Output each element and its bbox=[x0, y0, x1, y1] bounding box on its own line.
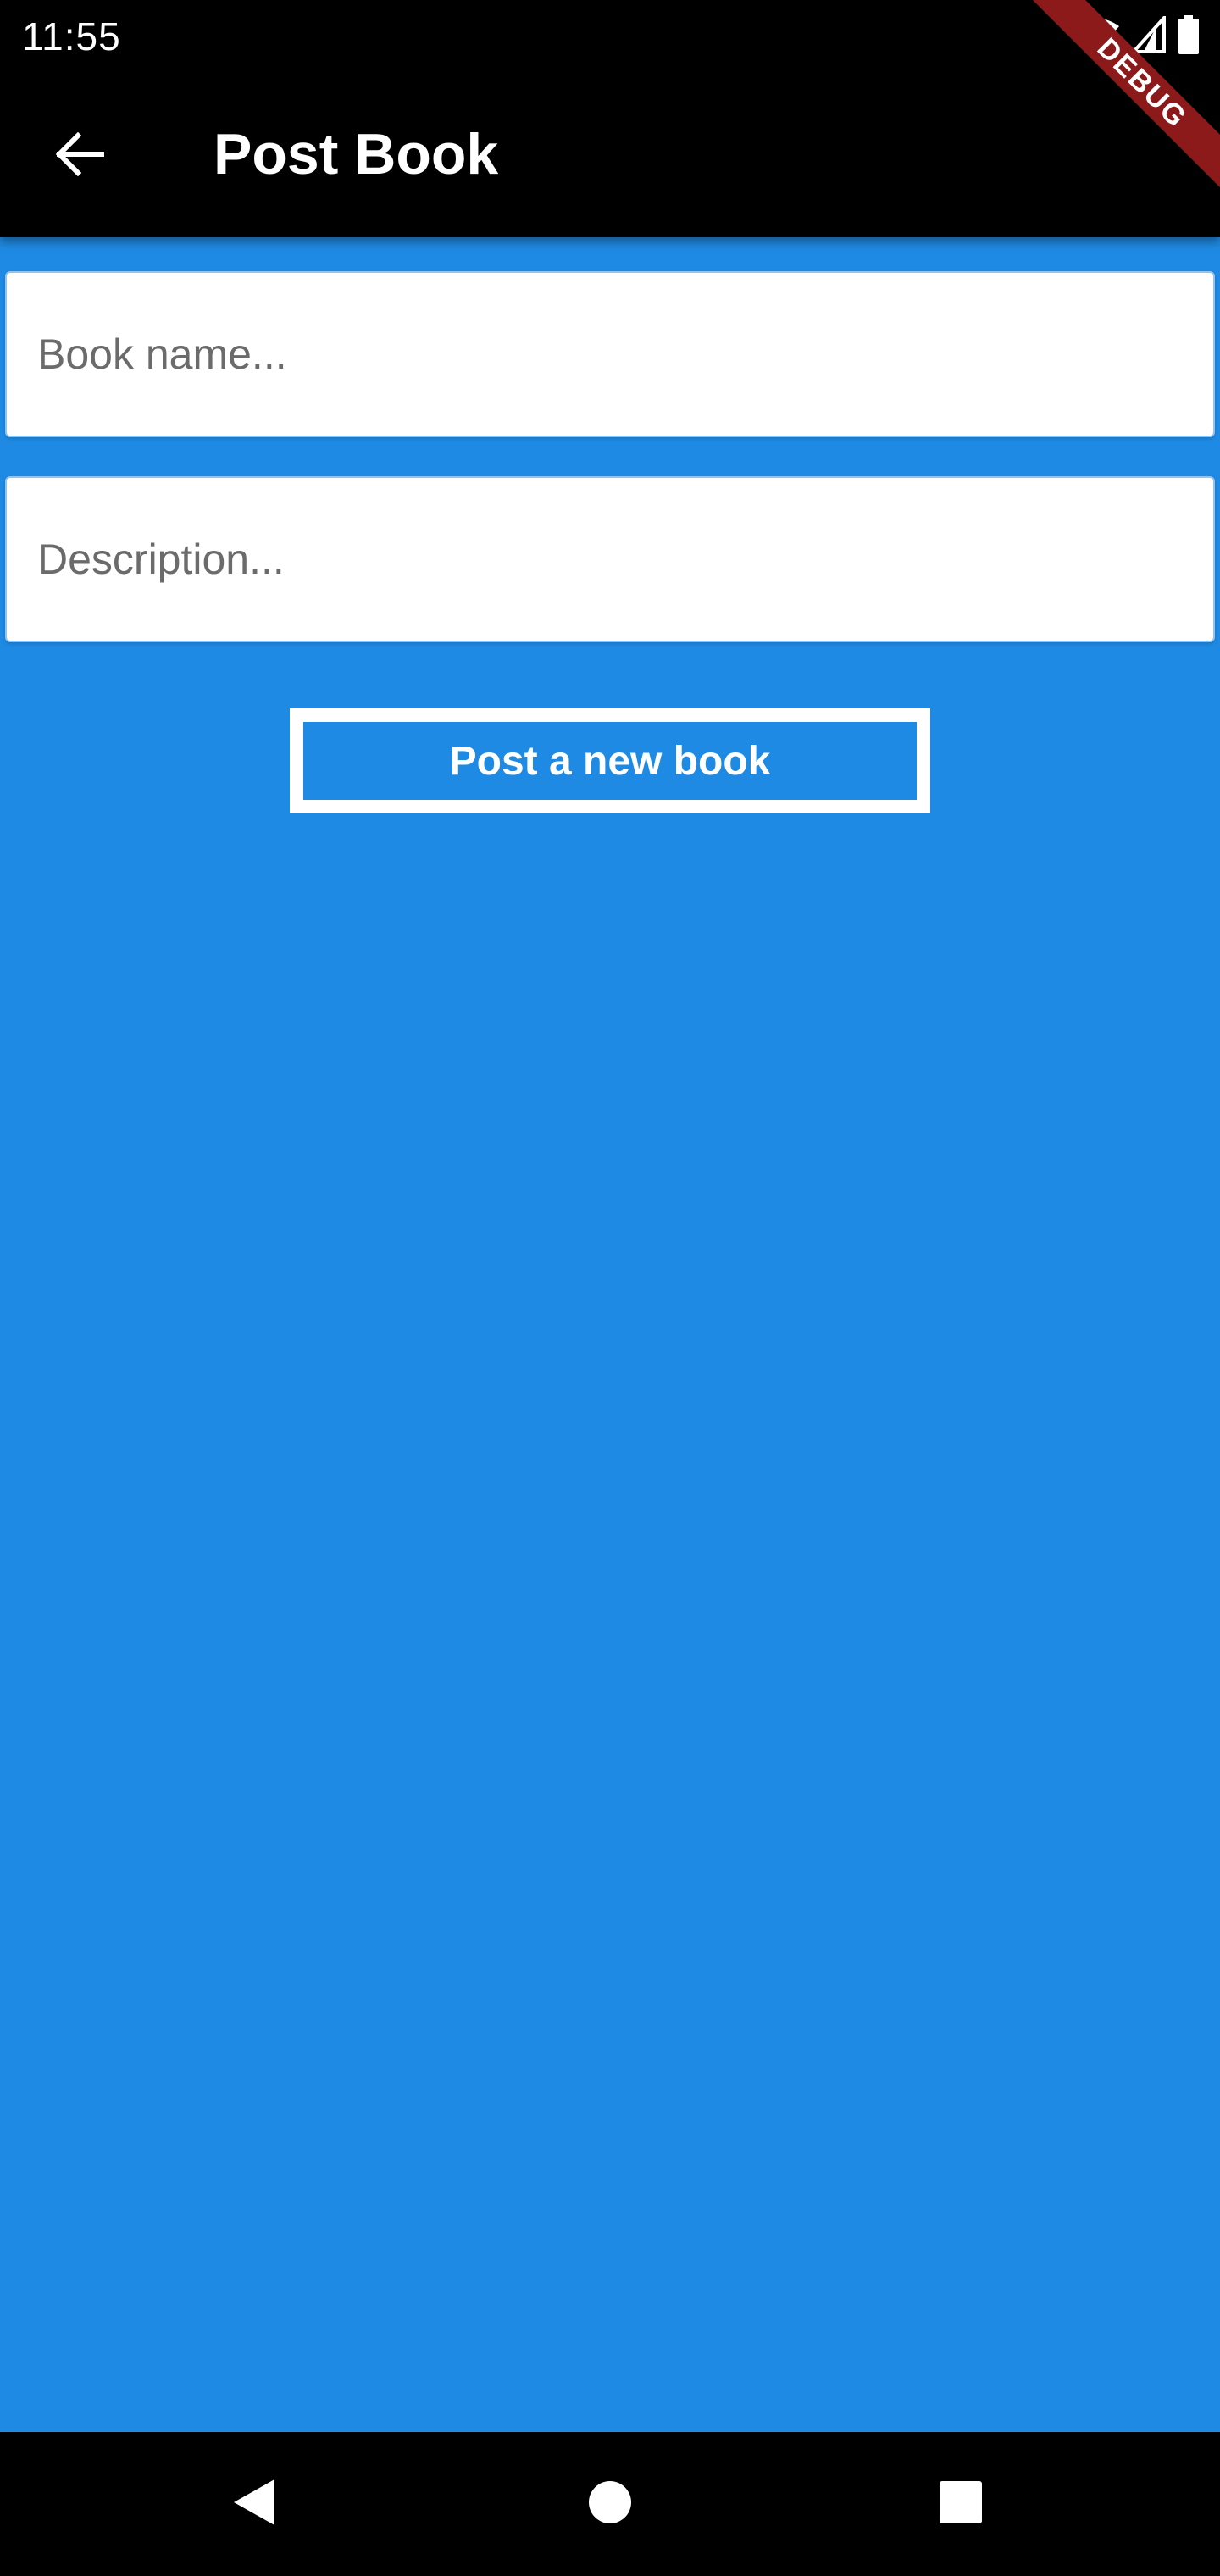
post-book-button[interactable]: Post a new book bbox=[290, 708, 930, 813]
nav-recents-icon bbox=[939, 2480, 983, 2529]
post-book-button-label: Post a new book bbox=[449, 738, 771, 784]
arrow-back-icon bbox=[54, 131, 105, 180]
wifi-icon bbox=[1076, 18, 1120, 56]
battery-icon bbox=[1178, 14, 1200, 58]
book-name-input[interactable] bbox=[7, 273, 1213, 436]
back-button[interactable] bbox=[44, 120, 115, 192]
cell-signal-icon bbox=[1129, 13, 1166, 58]
nav-home-button[interactable] bbox=[568, 2462, 652, 2546]
description-input[interactable] bbox=[7, 478, 1213, 641]
page-title: Post Book bbox=[214, 122, 499, 186]
system-nav-bar bbox=[0, 2432, 1220, 2576]
nav-back-button[interactable] bbox=[212, 2462, 297, 2546]
status-bar: 11:55 bbox=[0, 0, 1220, 71]
app-bar: Post Book bbox=[0, 71, 1220, 237]
nav-home-icon bbox=[588, 2480, 632, 2529]
status-time: 11:55 bbox=[22, 14, 121, 58]
status-icons bbox=[1076, 13, 1200, 58]
book-name-field bbox=[5, 271, 1215, 437]
nav-back-icon bbox=[232, 2478, 276, 2531]
nav-recents-button[interactable] bbox=[918, 2462, 1003, 2546]
description-field bbox=[5, 476, 1215, 642]
